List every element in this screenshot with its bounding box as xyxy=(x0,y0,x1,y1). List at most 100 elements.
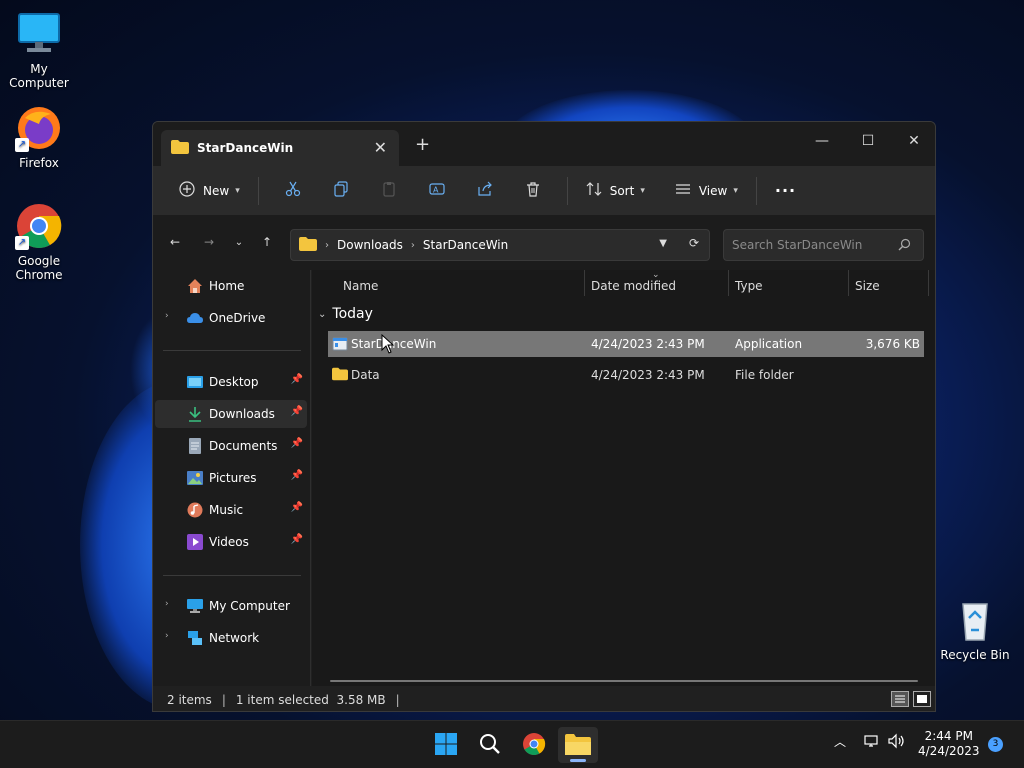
new-tab-button[interactable]: + xyxy=(415,134,430,155)
taskbar: ︿ 2:44 PM 4/24/2023 3 xyxy=(0,720,1024,768)
start-button[interactable] xyxy=(426,727,466,763)
sidebar-item-desktop[interactable]: Desktop 📌 xyxy=(155,368,307,396)
search-icon xyxy=(479,733,501,758)
column-header-name[interactable]: Name xyxy=(343,274,378,298)
column-divider[interactable] xyxy=(584,270,585,296)
address-dropdown-icon[interactable]: ▼ xyxy=(659,238,667,249)
sidebar-item-label: Videos xyxy=(209,535,249,549)
taskbar-search-button[interactable] xyxy=(470,727,510,763)
minimize-button[interactable]: — xyxy=(799,126,845,156)
column-divider[interactable] xyxy=(728,270,729,296)
toolbar-separator xyxy=(257,176,259,205)
breadcrumb-stardancewin[interactable]: StarDanceWin xyxy=(423,238,508,252)
column-divider[interactable] xyxy=(848,270,849,296)
chevron-down-icon: ▾ xyxy=(235,185,240,196)
refresh-icon[interactable]: ⟳ xyxy=(689,236,699,250)
pin-icon[interactable]: 📌 xyxy=(291,470,303,481)
pin-icon[interactable]: 📌 xyxy=(291,406,303,417)
home-icon xyxy=(187,278,203,294)
more-options-button[interactable]: ··· xyxy=(767,174,804,208)
desktop-icon-label: My Computer xyxy=(9,62,69,90)
sidebar-item-documents[interactable]: Documents 📌 xyxy=(155,432,307,460)
clock-time: 2:44 PM xyxy=(924,729,973,743)
address-bar-row: ← → ⌄ ↑ › Downloads › StarDanceWin ▼ ⟳ S… xyxy=(153,216,935,270)
sidebar-item-network[interactable]: › Network xyxy=(155,624,307,652)
close-window-button[interactable]: ✕ xyxy=(891,126,935,156)
sort-icon xyxy=(586,181,602,200)
application-icon xyxy=(332,336,348,352)
network-icon xyxy=(187,630,203,646)
maximize-button[interactable]: ☐ xyxy=(845,126,891,156)
forward-button[interactable]: → xyxy=(199,232,219,252)
plus-circle-icon xyxy=(179,181,195,200)
details-view-button[interactable] xyxy=(891,691,909,707)
share-button[interactable] xyxy=(461,174,509,208)
sidebar-item-pictures[interactable]: Pictures 📌 xyxy=(155,464,307,492)
rename-button[interactable]: A xyxy=(413,174,461,208)
file-row-stardancewin[interactable]: StarDanceWin 4/24/2023 2:43 PM Applicati… xyxy=(328,331,924,357)
scissors-icon xyxy=(285,181,301,200)
pictures-icon xyxy=(187,470,203,486)
group-header-today[interactable]: ⌄ Today xyxy=(318,306,373,322)
folder-icon xyxy=(332,367,348,383)
column-header-size[interactable]: Size xyxy=(855,274,880,298)
sidebar-divider xyxy=(163,350,301,351)
windows-logo-icon xyxy=(434,732,458,759)
breadcrumb-downloads[interactable]: Downloads xyxy=(337,238,403,252)
recent-locations-button[interactable]: ⌄ xyxy=(229,232,249,252)
search-box[interactable]: Search StarDanceWin xyxy=(723,229,924,261)
sidebar-item-downloads[interactable]: Downloads 📌 xyxy=(155,400,307,428)
pin-icon[interactable]: 📌 xyxy=(291,438,303,449)
network-status-icon[interactable] xyxy=(864,733,880,752)
desktop-icon-recycle-bin[interactable]: Recycle Bin xyxy=(936,596,1014,662)
status-separator: | xyxy=(221,692,226,707)
file-row-data[interactable]: Data 4/24/2023 2:43 PM File folder xyxy=(328,362,924,388)
chevron-right-icon[interactable]: › xyxy=(165,311,169,321)
column-header-date-modified[interactable]: Date modified xyxy=(591,274,676,298)
search-input[interactable]: Search StarDanceWin xyxy=(732,238,862,252)
desktop-icon-chrome[interactable]: ↗ Google Chrome xyxy=(0,202,78,282)
sidebar-item-home[interactable]: Home xyxy=(155,272,307,300)
view-button[interactable]: View ▾ xyxy=(667,174,746,208)
address-bar[interactable]: › Downloads › StarDanceWin ▼ ⟳ xyxy=(290,229,710,261)
column-divider[interactable] xyxy=(928,270,929,296)
clock[interactable]: 2:44 PM 4/24/2023 xyxy=(918,729,980,759)
up-button[interactable]: ↑ xyxy=(257,232,277,252)
group-label: Today xyxy=(332,306,373,322)
taskbar-chrome-button[interactable] xyxy=(514,727,554,763)
horizontal-scrollbar[interactable] xyxy=(330,680,918,682)
desktop-icon-label: Recycle Bin xyxy=(940,648,1010,662)
chevron-right-icon[interactable]: › xyxy=(165,599,169,609)
pin-icon[interactable]: 📌 xyxy=(291,374,303,385)
show-hidden-icons-button[interactable]: ︿ xyxy=(834,733,846,750)
sort-button[interactable]: Sort ▾ xyxy=(578,174,653,208)
sidebar-item-label: OneDrive xyxy=(209,311,266,325)
desktop-icon-firefox[interactable]: ↗ Firefox xyxy=(0,104,78,170)
tab-stardancewin[interactable]: StarDanceWin ✕ xyxy=(161,130,399,166)
paste-button[interactable] xyxy=(365,174,413,208)
clipboard-icon xyxy=(381,181,397,200)
column-header-type[interactable]: Type xyxy=(735,274,763,298)
chevron-right-icon[interactable]: › xyxy=(165,631,169,641)
sidebar-item-music[interactable]: Music 📌 xyxy=(155,496,307,524)
pin-icon[interactable]: 📌 xyxy=(291,534,303,545)
new-button[interactable]: New ▾ xyxy=(171,174,248,208)
sidebar-item-onedrive[interactable]: › OneDrive xyxy=(155,304,307,332)
taskbar-file-explorer-button[interactable] xyxy=(558,727,598,763)
back-button[interactable]: ← xyxy=(165,232,185,252)
close-tab-icon[interactable]: ✕ xyxy=(374,138,387,157)
notification-badge[interactable]: 3 xyxy=(988,737,1003,752)
sidebar-item-videos[interactable]: Videos 📌 xyxy=(155,528,307,556)
view-lines-icon xyxy=(675,181,691,200)
sidebar-item-label: Downloads xyxy=(209,407,275,421)
copy-button[interactable] xyxy=(317,174,365,208)
pin-icon[interactable]: 📌 xyxy=(291,502,303,513)
desktop-icon-my-computer[interactable]: My Computer xyxy=(0,10,78,90)
toolbar-separator xyxy=(755,176,757,205)
volume-icon[interactable] xyxy=(888,733,906,752)
sidebar-item-my-computer[interactable]: › My Computer xyxy=(155,592,307,620)
tiles-view-button[interactable] xyxy=(913,691,931,707)
cut-button[interactable] xyxy=(269,174,317,208)
delete-button[interactable] xyxy=(509,174,557,208)
trash-icon xyxy=(525,181,541,200)
